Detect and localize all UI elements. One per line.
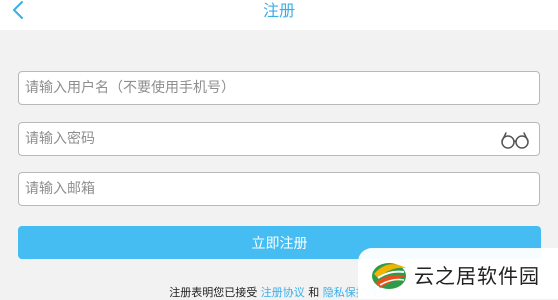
username-input[interactable] [25,72,495,104]
watermark-logo-icon [372,263,406,289]
watermark-text: 云之居软件园 [414,264,540,288]
password-field[interactable] [18,122,540,156]
agreement-conjunction: 和 [308,286,320,299]
password-input[interactable] [25,123,495,155]
terms-link[interactable]: 注册协议 [261,286,305,299]
page-title: 注册 [262,1,295,20]
watermark-overlay: 云之居软件园 [358,248,558,299]
username-field[interactable] [18,71,540,105]
glasses-icon [501,132,529,149]
navigation-bar: 注册 [0,0,558,30]
agreement-prefix: 注册表明您已接受 [169,286,258,299]
email-input[interactable] [25,173,495,205]
email-field[interactable] [18,172,540,206]
password-visibility-toggle[interactable] [499,130,531,150]
